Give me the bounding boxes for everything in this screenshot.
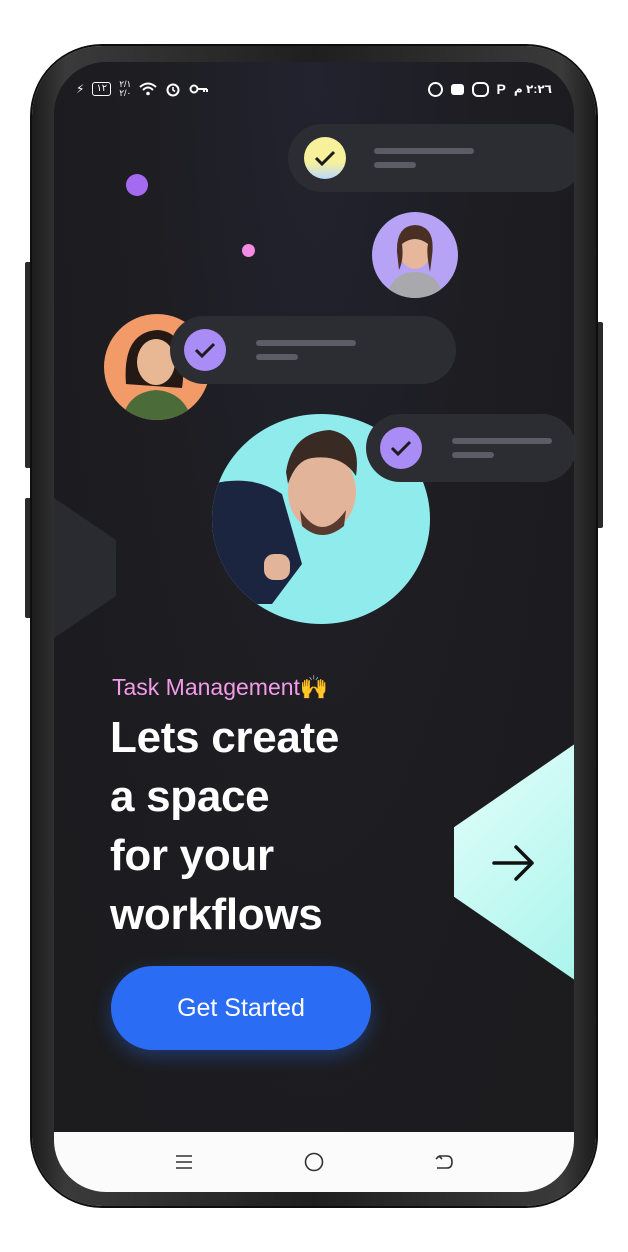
- headline-line: Lets create: [110, 713, 340, 762]
- get-started-label: Get Started: [177, 993, 305, 1022]
- parking-icon: P: [496, 81, 506, 97]
- key-icon: [189, 84, 209, 94]
- battery-icon: ١٢: [92, 82, 112, 96]
- task-card-bottom: [366, 414, 574, 482]
- get-started-button[interactable]: Get Started: [111, 966, 371, 1050]
- app-notification-icon: [471, 81, 489, 97]
- headline-line: workflows: [110, 890, 323, 939]
- text-placeholder-line: [256, 354, 298, 360]
- text-placeholder-line: [452, 438, 552, 444]
- check-icon: [380, 427, 422, 469]
- next-arrow-button[interactable]: [454, 717, 574, 1007]
- task-card-middle: [170, 316, 456, 384]
- text-placeholder-line: [256, 340, 356, 346]
- signal-icon: ٢/١ ٢/٠: [119, 79, 132, 98]
- status-time: ٢:٢٦ م: [513, 82, 552, 96]
- alarm-icon: [166, 83, 180, 97]
- pink-dot: [242, 244, 255, 257]
- decorative-hexagon: [54, 498, 116, 638]
- status-right: P ٢:٢٦ م: [427, 76, 552, 102]
- text-placeholder-line: [374, 148, 474, 154]
- text-placeholder-line: [452, 452, 494, 458]
- purple-dot: [126, 174, 148, 196]
- charging-icon: ⚡: [76, 82, 85, 96]
- tagline: Task Management🙌: [112, 674, 329, 700]
- headline-line: for your: [110, 831, 274, 880]
- check-icon: [304, 137, 346, 179]
- headline: Lets create a space for your workflows: [110, 708, 410, 944]
- back-icon[interactable]: [430, 1148, 458, 1176]
- app-notification-icon: [450, 83, 464, 95]
- home-circle-icon[interactable]: [300, 1148, 328, 1176]
- headline-line: a space: [110, 772, 270, 821]
- status-left: ⚡ ١٢ ٢/١ ٢/٠: [76, 76, 209, 102]
- text-placeholder-line: [374, 162, 416, 168]
- onboarding-screen: ⚡ ١٢ ٢/١ ٢/٠ P ٢:٢٦ م Task Management🙌 L…: [54, 62, 574, 1132]
- avatar-woman-smiling: [372, 212, 458, 298]
- arrow-right-icon: [492, 845, 534, 881]
- status-bar: ⚡ ١٢ ٢/١ ٢/٠ P ٢:٢٦ م: [76, 76, 552, 102]
- wifi-icon: [139, 82, 158, 96]
- navigation-bar: [54, 1132, 574, 1192]
- task-card-top: [288, 124, 574, 192]
- menu-icon[interactable]: [170, 1148, 198, 1176]
- app-notification-icon: [427, 81, 443, 97]
- check-icon: [184, 329, 226, 371]
- battery-level: ١٢: [96, 83, 108, 94]
- phone-screen: ⚡ ١٢ ٢/١ ٢/٠ P ٢:٢٦ م Task Management🙌 L…: [54, 62, 574, 1192]
- power-button: [595, 322, 603, 528]
